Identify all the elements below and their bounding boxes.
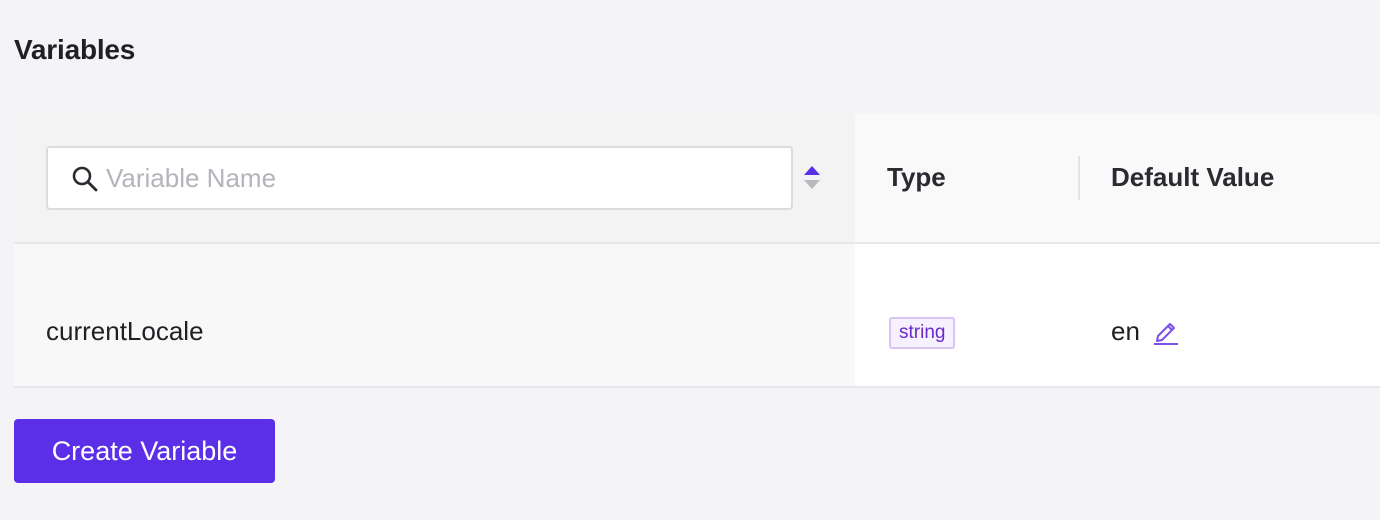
sort-arrows-icon[interactable] — [802, 164, 822, 192]
pencil-edit-icon[interactable] — [1152, 316, 1180, 346]
column-header-default-value: Default Value — [1111, 162, 1275, 192]
default-value: en — [1111, 316, 1140, 346]
variables-table: Type Default Value currentLocale string … — [14, 114, 1380, 388]
search-icon — [70, 164, 100, 194]
table-row-name-cell — [14, 244, 855, 386]
table-row-right — [855, 244, 1380, 386]
column-divider — [1078, 156, 1080, 200]
row-divider — [14, 386, 1380, 388]
search-input[interactable] — [106, 148, 776, 208]
search-field[interactable] — [46, 146, 793, 210]
variable-name: currentLocale — [46, 316, 204, 346]
variables-page: Variables Type Default Value cu — [0, 0, 1380, 520]
type-badge: string — [889, 317, 956, 349]
page-title: Variables — [14, 34, 136, 65]
create-variable-button[interactable]: Create Variable — [14, 419, 275, 483]
column-header-type: Type — [887, 162, 946, 192]
